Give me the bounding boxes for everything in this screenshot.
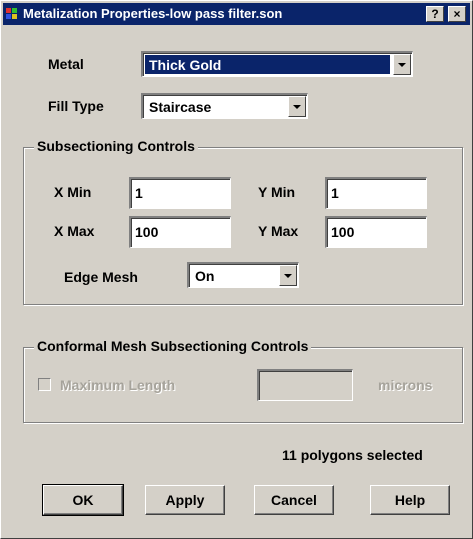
maximum-length-checkbox[interactable]	[38, 378, 51, 391]
help-title-button[interactable]: ?	[426, 6, 444, 22]
y-min-input[interactable]: 1	[325, 177, 427, 209]
close-icon[interactable]: ×	[448, 6, 466, 22]
polygons-selected-status: 11 polygons selected	[282, 447, 423, 463]
metal-label: Metal	[48, 56, 84, 72]
title-bar[interactable]: Metalization Properties-low pass filter.…	[3, 3, 470, 25]
conformal-mesh-legend: Conformal Mesh Subsectioning Controls	[34, 338, 312, 354]
help-button[interactable]: Help	[370, 485, 450, 515]
y-max-input[interactable]: 100	[325, 216, 427, 248]
x-max-label: X Max	[54, 223, 95, 239]
maximum-length-input[interactable]	[257, 369, 353, 401]
window-title: Metalization Properties-low pass filter.…	[23, 6, 283, 21]
fill-type-select-value: Staircase	[149, 99, 212, 115]
x-min-input[interactable]: 1	[129, 177, 231, 209]
y-min-label: Y Min	[258, 184, 296, 200]
app-icon	[6, 8, 20, 20]
cancel-button[interactable]: Cancel	[254, 485, 334, 515]
maximum-length-label: Maximum Length	[60, 377, 176, 393]
metal-select[interactable]: Thick Gold	[141, 51, 413, 77]
chevron-down-icon[interactable]	[393, 54, 411, 75]
ok-button[interactable]: OK	[42, 484, 124, 516]
fill-type-label: Fill Type	[48, 98, 104, 114]
fill-type-select[interactable]: Staircase	[141, 93, 308, 119]
microns-units-label: microns	[378, 377, 433, 393]
y-max-label: Y Max	[258, 223, 299, 239]
x-min-label: X Min	[54, 184, 92, 200]
x-max-input[interactable]: 100	[129, 216, 231, 248]
metal-select-value: Thick Gold	[145, 55, 390, 74]
metalization-properties-dialog: Metalization Properties-low pass filter.…	[0, 0, 473, 539]
apply-button[interactable]: Apply	[145, 485, 225, 515]
edge-mesh-select[interactable]: On	[187, 262, 299, 288]
chevron-down-icon[interactable]	[288, 96, 306, 117]
edge-mesh-label: Edge Mesh	[64, 269, 138, 285]
chevron-down-icon[interactable]	[279, 265, 297, 286]
subsectioning-controls-legend: Subsectioning Controls	[34, 138, 198, 154]
edge-mesh-select-value: On	[195, 268, 215, 284]
